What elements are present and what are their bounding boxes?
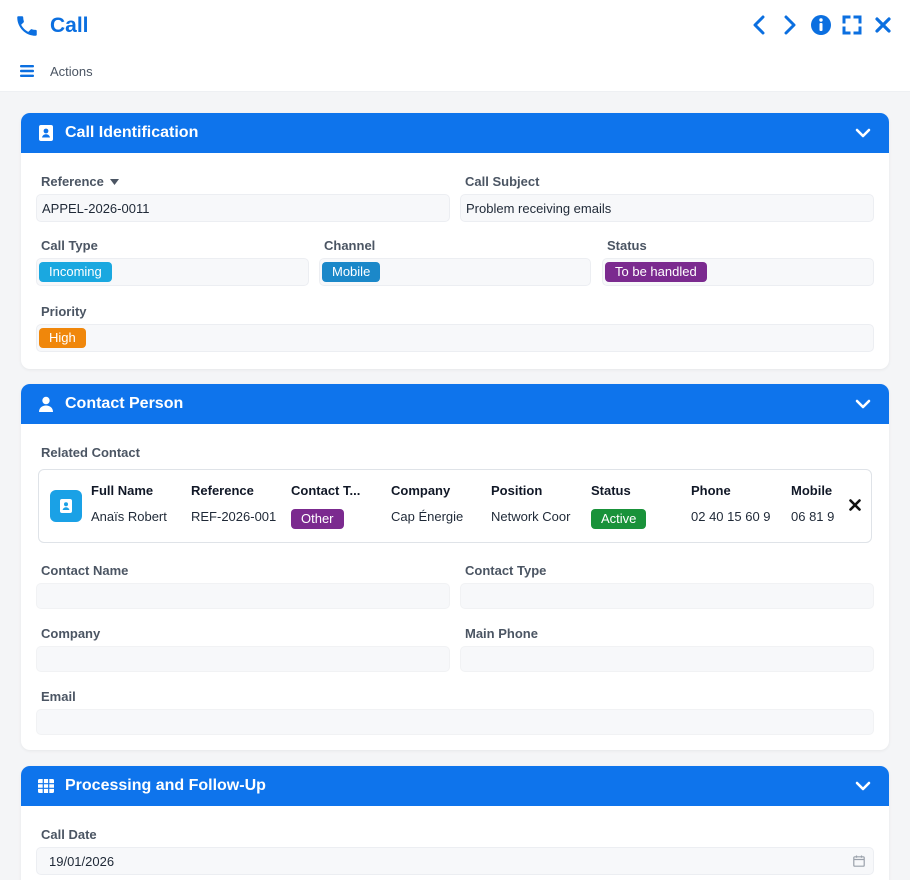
col-header-position: Position xyxy=(491,483,543,498)
contact-full-name: Anaïs Robert xyxy=(91,509,167,524)
col-header-mobile: Mobile xyxy=(791,483,833,498)
related-contact-label: Related Contact xyxy=(41,445,140,460)
call-date-field[interactable]: 19/01/2026 xyxy=(36,847,874,875)
email-label: Email xyxy=(41,689,76,704)
col-header-company: Company xyxy=(391,483,451,498)
window-title: Call xyxy=(50,14,89,37)
actions-menu[interactable]: Actions xyxy=(20,64,93,79)
call-date-label: Call Date xyxy=(41,827,97,842)
close-icon[interactable] xyxy=(872,14,894,36)
contact-name-label: Contact Name xyxy=(41,563,129,578)
title-row: Call xyxy=(14,10,89,42)
contact-type-cell: Other xyxy=(291,509,344,529)
subject-field[interactable]: Problem receiving emails xyxy=(460,194,874,222)
call-type-label: Call Type xyxy=(41,238,98,253)
contact-card-icon xyxy=(50,490,82,522)
phone-icon xyxy=(14,13,40,39)
chevron-right-icon[interactable] xyxy=(779,14,801,36)
contact-reference: REF-2026-001 xyxy=(191,509,277,524)
contact-type-field[interactable] xyxy=(460,583,874,609)
contact-position: Network Coor xyxy=(491,509,571,524)
reference-label[interactable]: Reference xyxy=(41,174,119,189)
chevron-down-icon[interactable] xyxy=(853,123,873,143)
col-header-contact-type: Contact T... xyxy=(291,483,361,498)
priority-field[interactable]: High xyxy=(36,324,874,352)
section-header[interactable]: Processing and Follow-Up xyxy=(21,766,889,806)
contact-company: Cap Énergie xyxy=(391,509,464,524)
user-icon xyxy=(37,395,55,413)
contact-mobile: 06 81 9 xyxy=(791,509,835,524)
col-header-full-name: Full Name xyxy=(91,483,154,498)
contact-phone: 02 40 15 60 9 xyxy=(691,509,771,524)
caret-down-icon xyxy=(109,178,119,185)
contact-type-label: Contact Type xyxy=(465,563,547,578)
calendar-icon[interactable] xyxy=(853,855,865,867)
status-label: Status xyxy=(607,238,647,253)
col-header-phone: Phone xyxy=(691,483,731,498)
expand-icon[interactable] xyxy=(841,14,863,36)
call-type-chip: Incoming xyxy=(39,262,112,282)
window-header: Call Actions xyxy=(0,0,910,92)
call-type-field[interactable]: Incoming xyxy=(36,258,309,286)
table-icon xyxy=(37,777,55,795)
main-phone-label: Main Phone xyxy=(465,626,538,641)
section-contact-person: Contact Person Related Contact Full Name… xyxy=(21,384,889,750)
subject-label: Call Subject xyxy=(465,174,540,189)
col-header-reference: Reference xyxy=(191,483,254,498)
status-chip: To be handled xyxy=(605,262,707,282)
contact-type-chip: Other xyxy=(291,509,344,529)
company-field[interactable] xyxy=(36,646,450,672)
section-header[interactable]: Call Identification xyxy=(21,113,889,153)
related-contact-card[interactable]: Full Name Anaïs Robert Reference REF-202… xyxy=(38,469,872,543)
channel-label: Channel xyxy=(324,238,376,253)
form-content: Call Identification Reference APPEL-2026… xyxy=(0,92,910,880)
chevron-down-icon[interactable] xyxy=(853,776,873,796)
contact-status-chip: Active xyxy=(591,509,647,529)
contact-name-field[interactable] xyxy=(36,583,450,609)
info-icon[interactable] xyxy=(810,14,832,36)
main-phone-field[interactable] xyxy=(460,646,874,672)
menu-icon[interactable] xyxy=(20,64,36,79)
remove-contact-icon[interactable] xyxy=(847,497,863,513)
priority-chip: High xyxy=(39,328,86,348)
call-date-value: 19/01/2026 xyxy=(49,853,115,869)
status-field[interactable]: To be handled xyxy=(602,258,874,286)
chevron-left-icon[interactable] xyxy=(748,14,770,36)
section-processing: Processing and Follow-Up Call Date 19/01… xyxy=(21,766,889,880)
actions-label[interactable]: Actions xyxy=(50,64,93,79)
section-title: Processing and Follow-Up xyxy=(65,777,266,794)
contact-card-icon xyxy=(37,124,55,142)
reference-field[interactable]: APPEL-2026-0011 xyxy=(36,194,450,222)
window-controls xyxy=(748,14,894,36)
section-title: Contact Person xyxy=(65,395,184,412)
channel-field[interactable]: Mobile xyxy=(319,258,591,286)
section-call-identification: Call Identification Reference APPEL-2026… xyxy=(21,113,889,369)
chevron-down-icon[interactable] xyxy=(853,394,873,414)
priority-label: Priority xyxy=(41,304,87,319)
col-header-status: Status xyxy=(591,483,631,498)
contact-status-cell: Active xyxy=(591,509,647,529)
section-title: Call Identification xyxy=(65,124,199,141)
email-field[interactable] xyxy=(36,709,874,735)
reference-label-text: Reference xyxy=(41,174,104,189)
section-header[interactable]: Contact Person xyxy=(21,384,889,424)
company-label: Company xyxy=(41,626,101,641)
channel-chip: Mobile xyxy=(322,262,381,282)
